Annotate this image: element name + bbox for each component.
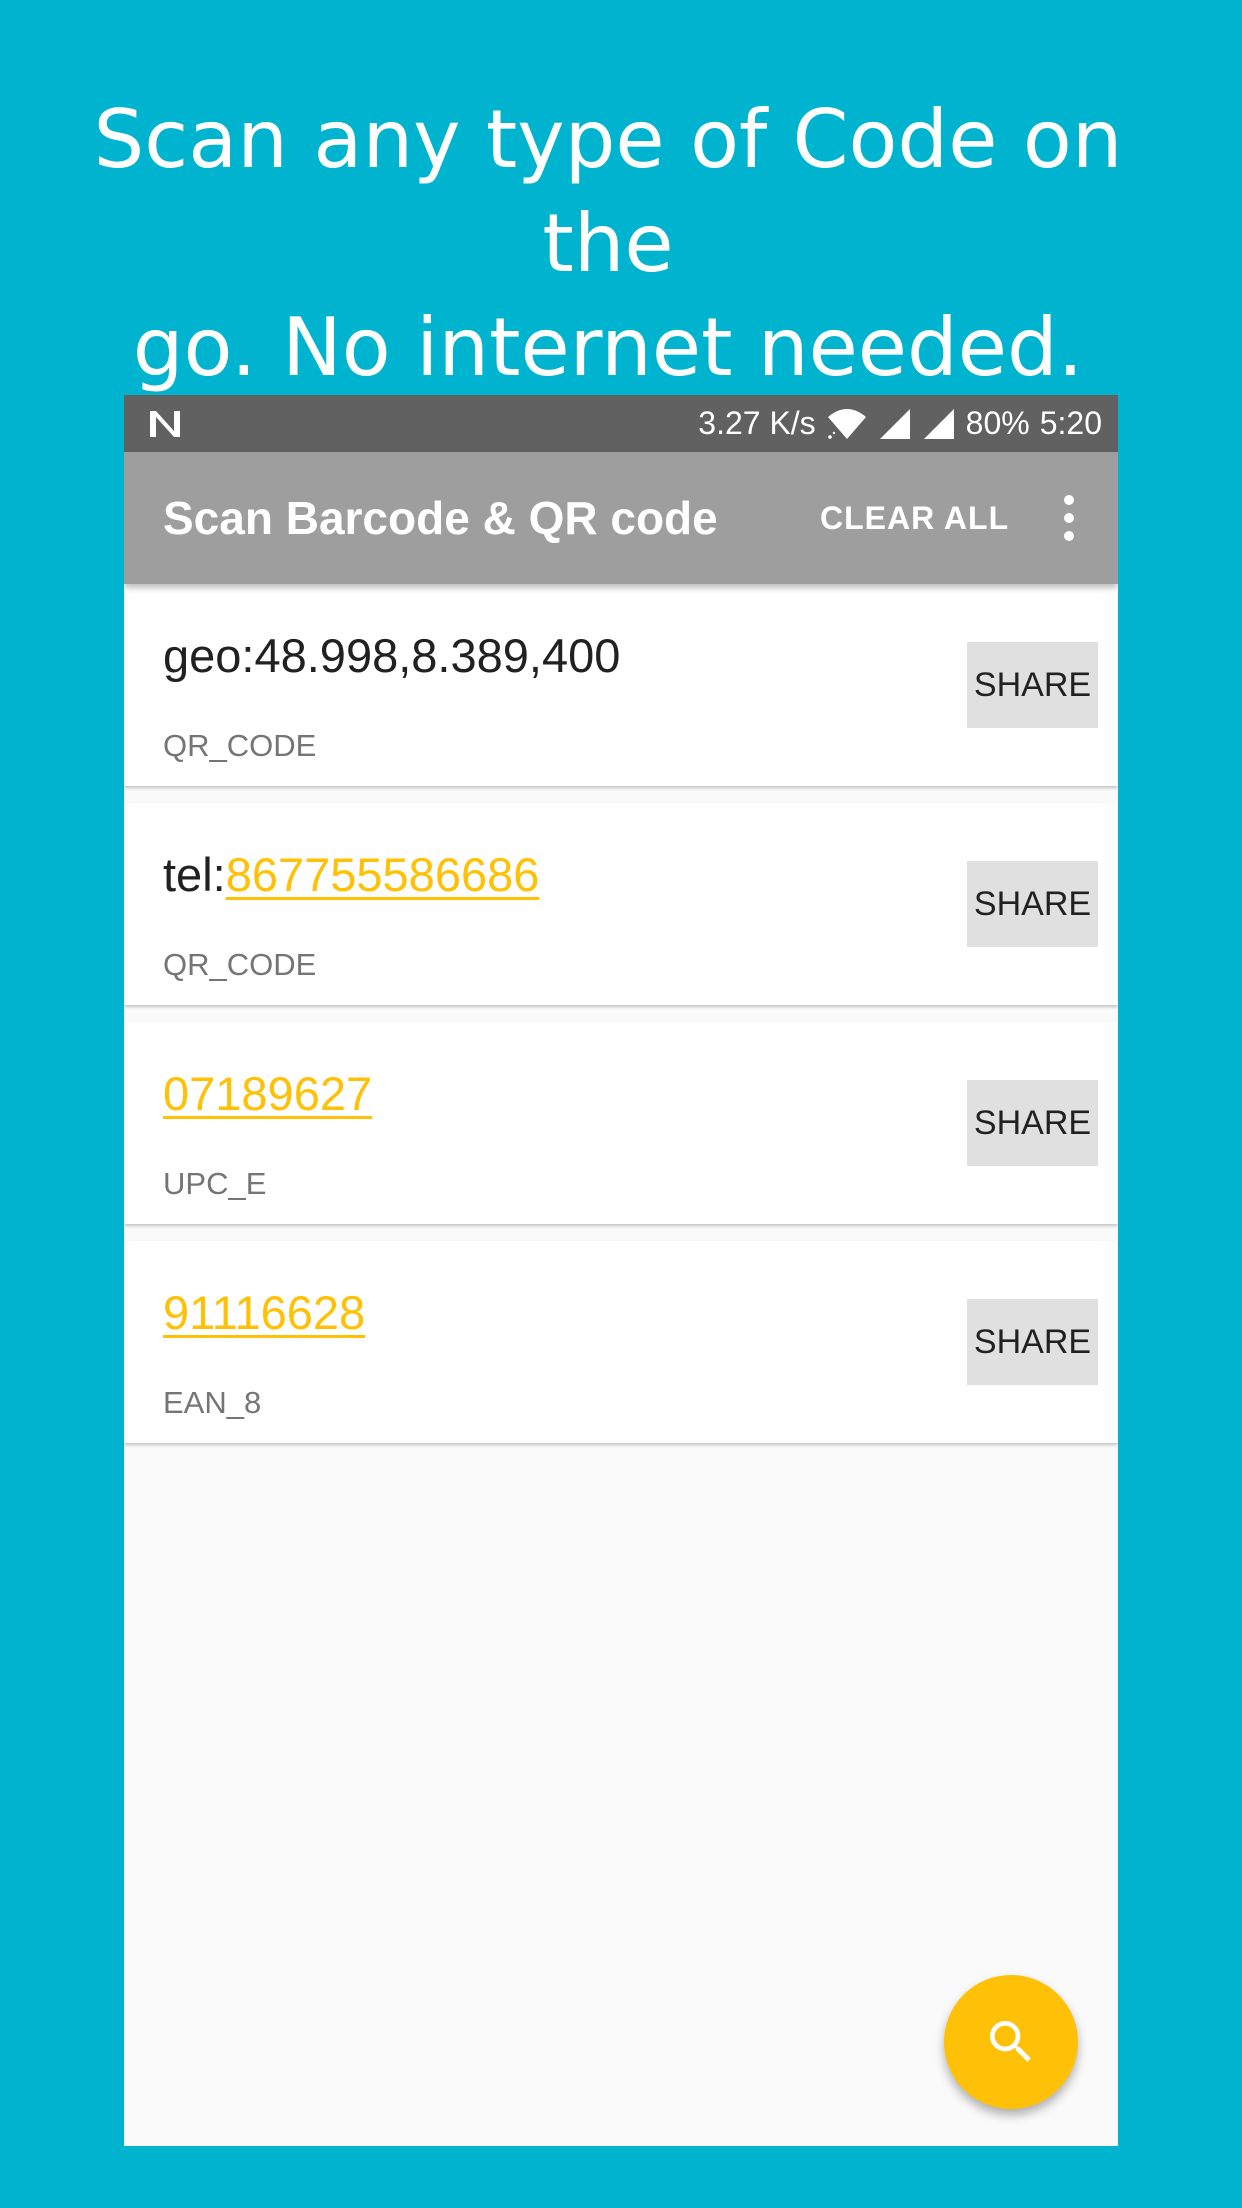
scan-type: UPC_E xyxy=(163,1166,267,1201)
list-item[interactable]: tel:867755586686 QR_CODE SHARE xyxy=(124,803,1118,1005)
scan-value-link[interactable]: 91116628 xyxy=(163,1286,365,1339)
scan-value: 07189627 xyxy=(163,1066,372,1121)
n-logo-icon xyxy=(150,411,180,437)
scan-fab-button[interactable] xyxy=(944,1975,1078,2109)
app-bar: Scan Barcode & QR code CLEAR ALL xyxy=(124,452,1118,584)
scan-value: 91116628 xyxy=(163,1285,365,1340)
wifi-icon xyxy=(827,408,866,439)
promo-headline-line1: Scan any type of Code on the xyxy=(93,93,1123,290)
signal-icon xyxy=(879,408,910,439)
share-button[interactable]: SHARE xyxy=(967,642,1098,728)
phone-screen: 3.27 K/s 80% 5:20 Scan Barcode & QR code… xyxy=(124,395,1118,2146)
clear-all-button[interactable]: CLEAR ALL xyxy=(820,452,1009,584)
scan-type: QR_CODE xyxy=(163,728,317,763)
list-item[interactable]: 07189627 UPC_E SHARE xyxy=(124,1022,1118,1224)
scan-value-text: tel: xyxy=(163,848,226,901)
more-vert-icon[interactable] xyxy=(1054,492,1084,544)
scan-value-link[interactable]: 07189627 xyxy=(163,1067,372,1120)
scan-value: tel:867755586686 xyxy=(163,847,539,902)
list-item[interactable]: geo:48.998,8.389,400 QR_CODE SHARE xyxy=(124,584,1118,786)
share-button[interactable]: SHARE xyxy=(967,1080,1098,1166)
scan-value-link[interactable]: 867755586686 xyxy=(226,848,540,901)
app-title: Scan Barcode & QR code xyxy=(163,492,718,544)
scan-history-list: geo:48.998,8.389,400 QR_CODE SHARE tel:8… xyxy=(124,584,1118,1460)
scan-type: EAN_8 xyxy=(163,1385,262,1420)
battery-level: 80% xyxy=(965,405,1030,441)
scan-type: QR_CODE xyxy=(163,947,317,982)
clock-time: 5:20 xyxy=(1039,405,1102,441)
scan-value-text: geo:48.998,8.389,400 xyxy=(163,629,621,682)
share-button[interactable]: SHARE xyxy=(967,861,1098,947)
signal-icon-2 xyxy=(923,408,954,439)
promo-headline: Scan any type of Code on the go. No inte… xyxy=(40,88,1176,400)
scan-value: geo:48.998,8.389,400 xyxy=(163,628,620,683)
search-icon xyxy=(990,2021,1031,2062)
status-bar: 3.27 K/s 80% 5:20 xyxy=(124,395,1118,452)
promo-headline-line2: go. No internet needed. xyxy=(132,301,1084,394)
network-speed: 3.27 K/s xyxy=(698,405,816,441)
status-right-group: 3.27 K/s 80% 5:20 xyxy=(698,395,1102,452)
share-button[interactable]: SHARE xyxy=(967,1299,1098,1385)
list-item[interactable]: 91116628 EAN_8 SHARE xyxy=(124,1241,1118,1443)
